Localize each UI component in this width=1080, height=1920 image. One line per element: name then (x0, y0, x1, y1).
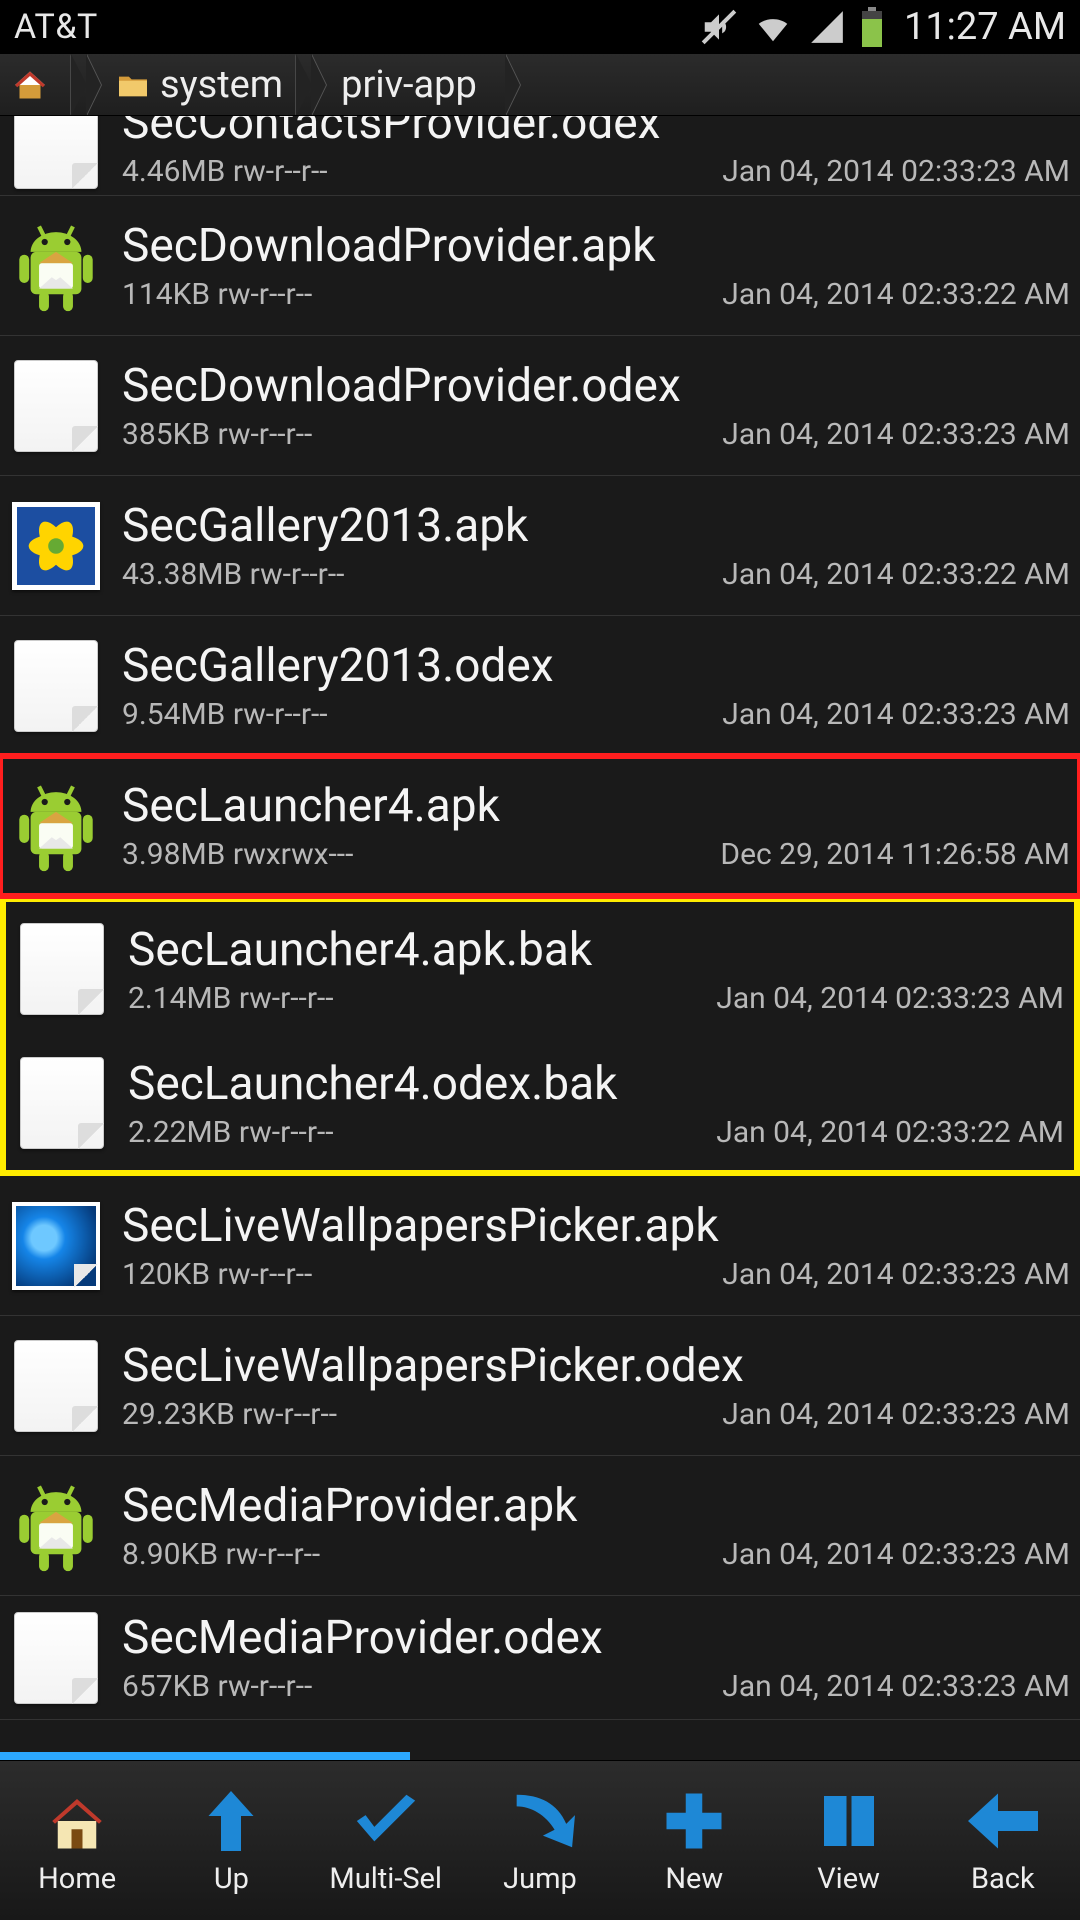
file-date: Jan 04, 2014 02:33:22 AM (722, 277, 1070, 312)
file-name: SecLauncher4.odex.bak (128, 1057, 1064, 1111)
file-type-icon (8, 129, 104, 189)
toolbar-label: Multi-Sel (329, 1862, 442, 1896)
file-list[interactable]: SecContactsProvider.odex 4.46MB rw-r--r-… (0, 116, 1080, 1760)
file-name: SecDownloadProvider.apk (122, 219, 1070, 273)
file-date: Jan 04, 2014 02:33:23 AM (722, 697, 1070, 732)
toolbar-label: Home (38, 1862, 116, 1896)
file-type-icon (8, 1478, 104, 1574)
file-date: Jan 04, 2014 02:33:22 AM (716, 1115, 1064, 1150)
clock-label: 11:27 AM (904, 5, 1066, 49)
file-row[interactable]: SecDownloadProvider.apk 114KB rw-r--r-- … (0, 196, 1080, 336)
folder-icon (116, 71, 150, 99)
bottom-toolbar: Home Up Multi-Sel Jump New View Back (0, 1760, 1080, 1920)
jump-button[interactable]: Jump (463, 1761, 617, 1920)
file-date: Jan 04, 2014 02:33:23 AM (722, 154, 1070, 189)
view-button[interactable]: View (771, 1761, 925, 1920)
file-row[interactable]: SecLauncher4.odex.bak 2.22MB rw-r--r-- J… (0, 1036, 1080, 1176)
cell-signal-icon (808, 8, 846, 46)
toolbar-label: Jump (503, 1862, 577, 1896)
home-icon (12, 67, 48, 103)
file-type-icon (8, 1610, 104, 1706)
file-name: SecContactsProvider.odex (122, 116, 1070, 150)
file-date: Jan 04, 2014 02:33:23 AM (722, 1257, 1070, 1292)
file-type-icon (8, 498, 104, 594)
breadcrumb-system[interactable]: system (86, 54, 311, 115)
file-size-perm: 4.46MB rw-r--r-- (122, 154, 328, 189)
file-size-perm: 385KB rw-r--r-- (122, 417, 312, 452)
up-button[interactable]: Up (154, 1761, 308, 1920)
battery-icon (860, 7, 884, 47)
carrier-label: AT&T (14, 7, 700, 47)
file-name: SecMediaProvider.apk (122, 1479, 1070, 1533)
plus-icon (659, 1786, 729, 1856)
file-name: SecGallery2013.odex (122, 639, 1070, 693)
file-row[interactable]: SecGallery2013.odex 9.54MB rw-r--r-- Jan… (0, 616, 1080, 756)
file-size-perm: 8.90KB rw-r--r-- (122, 1537, 320, 1572)
file-size-perm: 3.98MB rwxrwx--- (122, 837, 353, 872)
file-type-icon (8, 1198, 104, 1294)
toolbar-label: Back (971, 1862, 1035, 1896)
file-type-icon (8, 218, 104, 314)
file-type-icon (8, 778, 104, 874)
file-size-perm: 120KB rw-r--r-- (122, 1257, 312, 1292)
file-row[interactable]: SecGallery2013.apk 43.38MB rw-r--r-- Jan… (0, 476, 1080, 616)
file-size-perm: 9.54MB rw-r--r-- (122, 697, 328, 732)
file-name: SecLauncher4.apk.bak (128, 923, 1064, 977)
mute-icon (700, 8, 738, 46)
home-icon (42, 1786, 112, 1856)
toolbar-label: New (665, 1862, 723, 1896)
file-date: Jan 04, 2014 02:33:22 AM (722, 557, 1070, 592)
file-size-perm: 29.23KB rw-r--r-- (122, 1397, 337, 1432)
scroll-indicator (0, 1752, 410, 1760)
new-button[interactable]: New (617, 1761, 771, 1920)
file-row[interactable]: SecMediaProvider.apk 8.90KB rw-r--r-- Ja… (0, 1456, 1080, 1596)
file-date: Jan 04, 2014 02:33:23 AM (722, 417, 1070, 452)
file-row[interactable]: SecContactsProvider.odex 4.46MB rw-r--r-… (0, 116, 1080, 196)
arrow-left-icon (968, 1786, 1038, 1856)
check-icon (351, 1786, 421, 1856)
file-date: Jan 04, 2014 02:33:23 AM (716, 981, 1064, 1016)
file-size-perm: 2.22MB rw-r--r-- (128, 1115, 334, 1150)
breadcrumb: system priv-app (0, 54, 1080, 116)
file-name: SecMediaProvider.odex (122, 1611, 1070, 1665)
file-row[interactable]: SecLiveWallpapersPicker.odex 29.23KB rw-… (0, 1316, 1080, 1456)
breadcrumb-label: system (160, 63, 283, 107)
status-bar: AT&T 11:27 AM (0, 0, 1080, 54)
breadcrumb-label: priv-app (341, 63, 477, 107)
home-button[interactable]: Home (0, 1761, 154, 1920)
grid-icon (814, 1786, 884, 1856)
file-type-icon (14, 1055, 110, 1151)
wifi-icon (752, 8, 794, 46)
multi-select-button[interactable]: Multi-Sel (309, 1761, 463, 1920)
file-size-perm: 43.38MB rw-r--r-- (122, 557, 344, 592)
file-type-icon (8, 638, 104, 734)
file-type-icon (8, 358, 104, 454)
jump-arrow-icon (505, 1786, 575, 1856)
file-size-perm: 2.14MB rw-r--r-- (128, 981, 334, 1016)
file-size-perm: 114KB rw-r--r-- (122, 277, 312, 312)
file-name: SecLiveWallpapersPicker.apk (122, 1199, 1070, 1253)
file-row[interactable]: SecLiveWallpapersPicker.apk 120KB rw-r--… (0, 1176, 1080, 1316)
file-date: Jan 04, 2014 02:33:23 AM (722, 1397, 1070, 1432)
file-name: SecLiveWallpapersPicker.odex (122, 1339, 1070, 1393)
file-row[interactable]: SecMediaProvider.odex 657KB rw-r--r-- Ja… (0, 1596, 1080, 1720)
file-date: Jan 04, 2014 02:33:23 AM (722, 1537, 1070, 1572)
breadcrumb-priv-app[interactable]: priv-app (311, 54, 505, 115)
file-name: SecLauncher4.apk (122, 779, 1070, 833)
arrow-up-icon (196, 1786, 266, 1856)
toolbar-label: View (817, 1862, 880, 1896)
file-type-icon (8, 1338, 104, 1434)
file-type-icon (14, 921, 110, 1017)
file-row[interactable]: SecLauncher4.apk 3.98MB rwxrwx--- Dec 29… (0, 756, 1080, 896)
file-name: SecGallery2013.apk (122, 499, 1070, 553)
toolbar-label: Up (214, 1862, 249, 1896)
file-size-perm: 657KB rw-r--r-- (122, 1669, 312, 1704)
file-name: SecDownloadProvider.odex (122, 359, 1070, 413)
file-date: Jan 04, 2014 02:33:23 AM (722, 1669, 1070, 1704)
file-date: Dec 29, 2014 11:26:58 AM (720, 837, 1070, 872)
back-button[interactable]: Back (926, 1761, 1080, 1920)
file-row[interactable]: SecLauncher4.apk.bak 2.14MB rw-r--r-- Ja… (0, 896, 1080, 1036)
file-row[interactable]: SecDownloadProvider.odex 385KB rw-r--r--… (0, 336, 1080, 476)
